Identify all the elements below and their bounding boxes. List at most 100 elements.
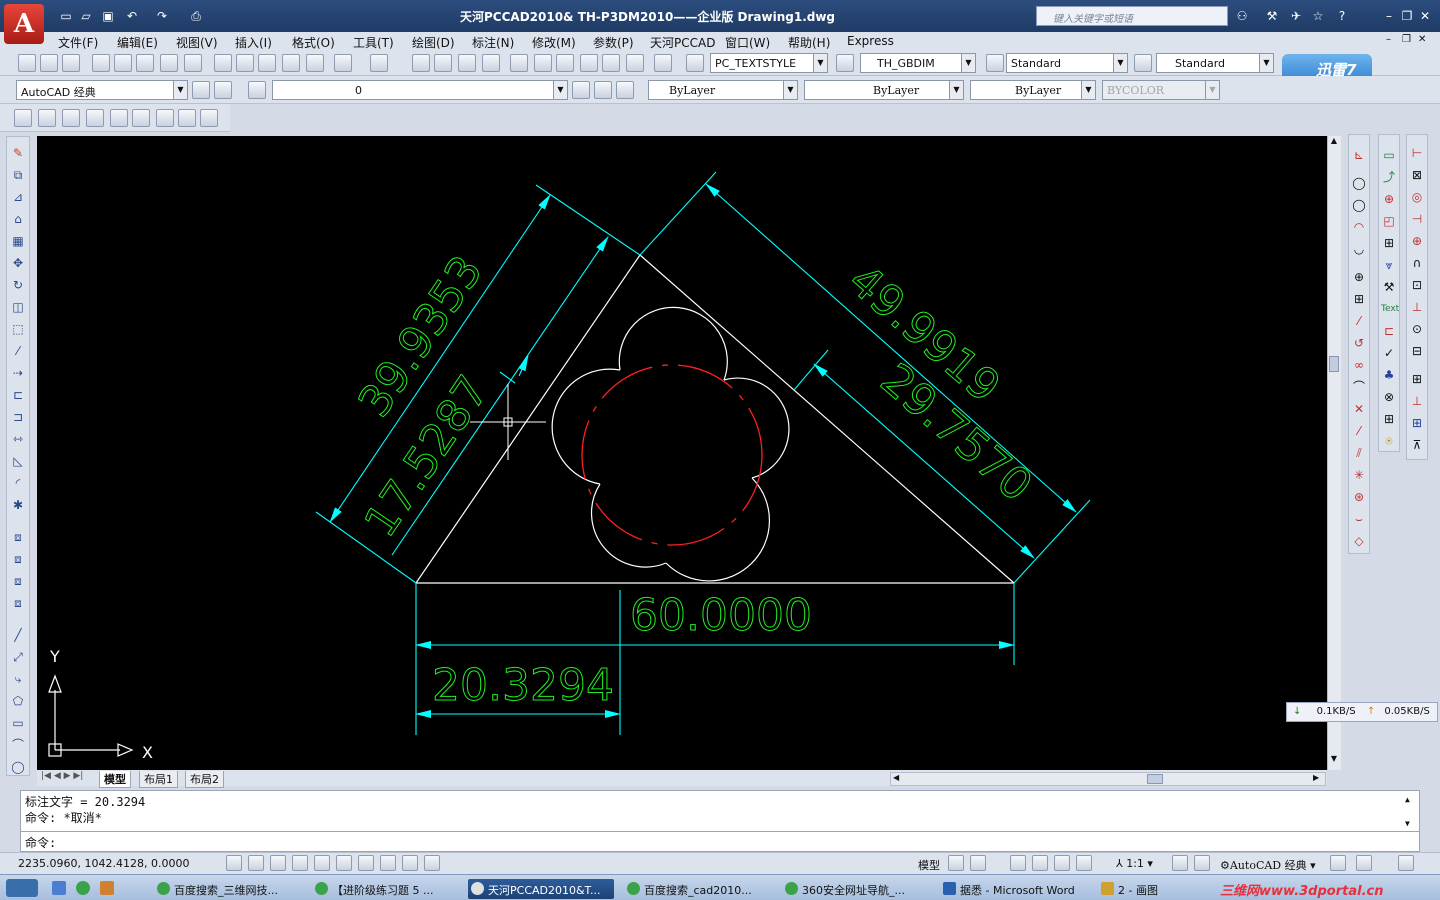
restore-button[interactable]: ❐ (1400, 9, 1414, 23)
markup-icon[interactable] (602, 54, 620, 72)
table-icon[interactable]: ⊏ (1381, 323, 1397, 339)
quick-view-drawings-icon[interactable] (970, 855, 986, 871)
layer-select[interactable]: 0 ▼ (272, 80, 568, 100)
command-prompt[interactable]: 命令: (25, 834, 56, 851)
publish-icon[interactable] (136, 54, 154, 72)
lineweight-select[interactable]: ByLayer ▼ (970, 80, 1096, 100)
move-icon[interactable]: ✥ (10, 255, 26, 271)
library-icon[interactable]: ♣ (1381, 367, 1397, 383)
dim-update-icon[interactable]: ✳ (1351, 467, 1367, 483)
table-style-icon[interactable] (986, 54, 1004, 72)
help-icon[interactable]: ? (1334, 8, 1350, 24)
horizontal-scrollbar[interactable]: ◀ ▶ (890, 772, 1326, 786)
erase-icon[interactable]: ✎ (10, 145, 26, 161)
dim-space-icon[interactable]: ⌣ (1351, 511, 1367, 527)
bom-icon[interactable]: ✓ (1381, 345, 1397, 361)
tab-model[interactable]: 模型 (99, 771, 131, 788)
screw-icon[interactable]: ⊥ (1409, 299, 1425, 315)
taskbar-item[interactable]: 百度搜索_三维网技... (154, 879, 304, 899)
tools-icon[interactable]: ⚒ (1264, 8, 1280, 24)
taskbar-item[interactable]: 【进阶级练习题 5 ... (312, 879, 462, 899)
tolerance-icon[interactable]: ⊞ (1351, 291, 1367, 307)
dyn-toggle-icon[interactable] (380, 855, 396, 871)
dim-style-icon[interactable] (836, 54, 854, 72)
tab-layout1[interactable]: 布局1 (139, 771, 178, 788)
lwt-toggle-icon[interactable] (402, 855, 418, 871)
bolt-icon[interactable]: ⊢ (1409, 145, 1425, 161)
dim-style-select[interactable]: TH_GBDIM ▼ (860, 53, 976, 73)
gear-part-icon[interactable]: ⊟ (1409, 343, 1425, 359)
rotate-icon[interactable]: ↻ (10, 277, 26, 293)
seal-icon[interactable]: ⊞ (1409, 371, 1425, 387)
nut-icon[interactable]: ⊠ (1409, 167, 1425, 183)
menu-modify[interactable]: 修改(M) (532, 34, 576, 51)
standard-part-icon[interactable]: ⊼ (1409, 437, 1425, 453)
menu-parametric[interactable]: 参数(P) (593, 34, 634, 51)
stretch-icon[interactable]: ⬚ (10, 321, 26, 337)
fill-color-icon[interactable] (110, 109, 128, 127)
rectangle-icon[interactable]: ▭ (10, 715, 26, 731)
frame-layer-icon[interactable] (200, 109, 218, 127)
diameter-dim-icon[interactable]: ◯ (1351, 197, 1367, 213)
cmd-scroll-up-icon[interactable]: ▲ (1405, 795, 1410, 804)
shaft-icon[interactable]: ⊞ (1409, 415, 1425, 431)
3d-dwf-icon[interactable] (160, 54, 178, 72)
help-icon[interactable] (654, 54, 672, 72)
menu-format[interactable]: 格式(O) (292, 34, 335, 51)
multileader-style-select[interactable]: Standard ▼ (1156, 53, 1274, 73)
close-button[interactable]: ✕ (1418, 9, 1432, 23)
linetype-select[interactable]: ByLayer ▼ (804, 80, 964, 100)
dim-edit-icon[interactable]: ⫽ (1351, 445, 1367, 461)
workspace-settings-icon[interactable] (192, 81, 210, 99)
layer-manager-icon[interactable] (248, 81, 266, 99)
pin-icon[interactable]: ⊕ (1409, 233, 1425, 249)
qp-toggle-icon[interactable] (424, 855, 440, 871)
layer-state-icon[interactable] (616, 81, 634, 99)
open-icon[interactable] (40, 54, 58, 72)
drawing-canvas[interactable]: 39.9353 17.5287 49.9919 29.7570 60.0000 … (37, 136, 1327, 770)
new-icon[interactable]: ▭ (58, 8, 74, 24)
scale-icon[interactable]: ◫ (10, 299, 26, 315)
binoculars-icon[interactable]: ⚇ (1234, 8, 1250, 24)
auto-scale-icon[interactable] (1194, 855, 1210, 871)
draworder-above-icon[interactable]: ⧈ (10, 573, 26, 589)
angular-icon[interactable]: ✕ (1351, 401, 1367, 417)
inspect-icon[interactable]: ◇ (1351, 533, 1367, 549)
open-icon[interactable]: ▱ (78, 8, 94, 24)
tab-nav-icon[interactable]: |◀ ◀ ▶ ▶| (41, 771, 83, 781)
dim-layer-icon[interactable] (156, 109, 174, 127)
menu-pccad[interactable]: 天河PCCAD (650, 34, 715, 51)
polar-toggle-icon[interactable] (292, 855, 308, 871)
comm-center-icon[interactable]: ✈ (1288, 8, 1304, 24)
hidden-line-icon[interactable] (62, 109, 80, 127)
tab-layout2[interactable]: 布局2 (185, 771, 224, 788)
symbol-layer-icon[interactable] (178, 109, 196, 127)
show-desktop-icon[interactable] (6, 879, 38, 897)
model-space-label[interactable]: 模型 (918, 857, 940, 873)
mdi-restore-button[interactable]: ❐ (1402, 34, 1411, 45)
table-style-select[interactable]: Standard ▼ (1006, 53, 1128, 73)
annotation-visibility-icon[interactable] (1172, 855, 1188, 871)
taskbar-item-active[interactable]: 天河PCCAD2010&T... (468, 879, 614, 899)
section-icon[interactable]: ⊞ (1381, 411, 1397, 427)
tool-palettes-icon[interactable] (556, 54, 574, 72)
menu-edit[interactable]: 编辑(E) (117, 34, 158, 51)
scroll-thumb[interactable] (1329, 356, 1339, 372)
menu-help[interactable]: 帮助(H) (788, 34, 830, 51)
sheet-set-icon[interactable] (580, 54, 598, 72)
quick-dim-icon[interactable]: ∞ (1351, 357, 1367, 373)
etransmit-icon[interactable] (184, 54, 202, 72)
mdi-close-button[interactable]: ✕ (1418, 34, 1426, 45)
taskbar-item[interactable]: 据悉 - Microsoft Word (940, 879, 1092, 899)
balloon-icon[interactable]: ⩔ (1381, 257, 1397, 273)
tip-icon[interactable]: ⍟ (1381, 433, 1397, 449)
arc-length-icon[interactable]: ◡ (1351, 241, 1367, 257)
color-select[interactable]: ByLayer ▼ (648, 80, 798, 100)
draworder-below-icon[interactable]: ⧈ (10, 595, 26, 611)
save-icon[interactable] (62, 54, 80, 72)
properties-icon[interactable] (510, 54, 528, 72)
menu-express[interactable]: Express (847, 34, 894, 48)
hatch-icon[interactable]: ◰ (1381, 213, 1397, 229)
cut-icon[interactable] (214, 54, 232, 72)
center-mark-icon[interactable]: ⊕ (1351, 269, 1367, 285)
